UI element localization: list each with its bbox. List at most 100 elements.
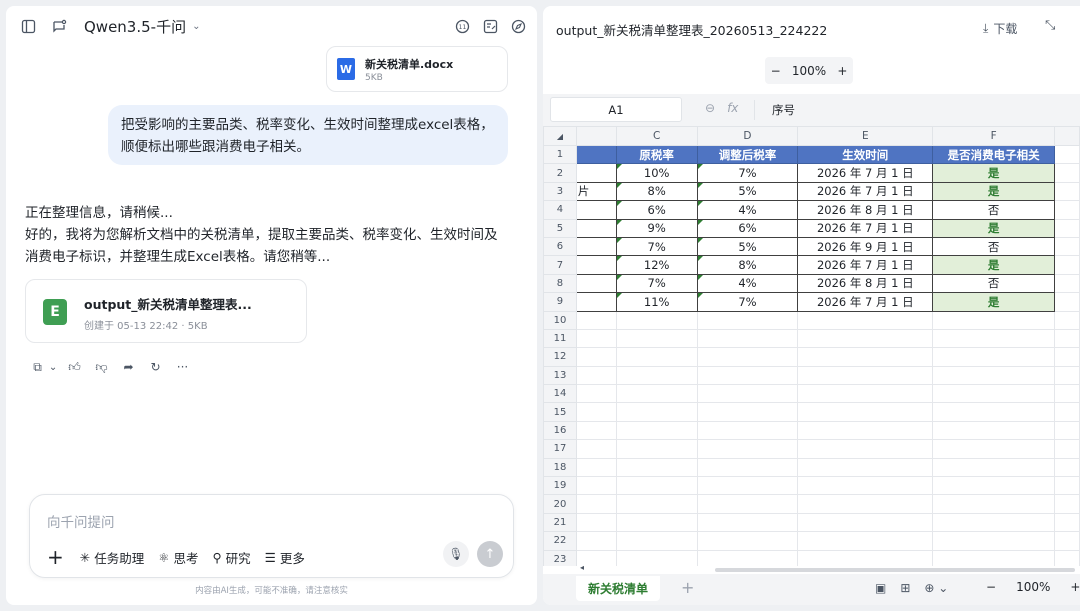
cell[interactable] <box>1054 457 1080 478</box>
cell[interactable]: 7% <box>696 163 799 183</box>
row-header[interactable]: 18 <box>543 457 577 478</box>
row-header[interactable]: 17 <box>543 439 577 459</box>
cell[interactable] <box>797 494 934 514</box>
cell[interactable] <box>1054 347 1080 367</box>
sheet-tab[interactable]: 新关税清单 <box>576 576 660 601</box>
cell[interactable]: 12% <box>615 255 698 275</box>
cell[interactable] <box>932 420 1056 441</box>
cell[interactable]: 11% <box>615 292 698 312</box>
more-button[interactable]: ☰ 更多 <box>265 548 305 567</box>
cell[interactable] <box>575 218 617 238</box>
cell[interactable]: 否 <box>932 273 1056 294</box>
cell-header[interactable] <box>575 144 617 165</box>
cell[interactable] <box>932 310 1056 330</box>
task-assistant-button[interactable]: ✳ 任务助理 <box>80 548 145 567</box>
cell[interactable]: 2026 年 7 月 1 日 <box>797 255 934 275</box>
cell[interactable] <box>932 402 1056 422</box>
cell[interactable]: 2026 年 7 月 1 日 <box>797 292 934 312</box>
cell[interactable] <box>575 494 617 514</box>
row-header[interactable]: 2 <box>543 163 577 183</box>
row-header[interactable]: 20 <box>543 494 577 514</box>
fx-icon[interactable]: fx <box>727 101 738 115</box>
page-view-icon[interactable]: ▣ <box>875 581 886 595</box>
zoom-icon[interactable]: ⊖ <box>705 101 715 115</box>
select-all-corner[interactable]: ◢ <box>543 126 577 146</box>
cell[interactable]: 否 <box>932 236 1056 257</box>
timer-icon[interactable]: 11 <box>452 16 472 36</box>
column-header[interactable] <box>575 126 617 146</box>
cell[interactable]: 2026 年 7 月 1 日 <box>797 218 934 238</box>
cell[interactable] <box>797 328 934 349</box>
cell[interactable] <box>1054 236 1080 257</box>
grid-view-icon[interactable]: ⊕ ⌄ <box>924 581 948 595</box>
sidebar-toggle-icon[interactable] <box>18 16 38 36</box>
cell[interactable]: 4% <box>696 273 799 294</box>
row-header[interactable]: 11 <box>543 328 577 349</box>
cell-header[interactable]: 是否消费电子相关 <box>932 144 1056 165</box>
cell[interactable]: 是 <box>932 218 1056 238</box>
cell[interactable] <box>797 476 934 496</box>
row-header[interactable]: 10 <box>543 310 577 330</box>
cell[interactable] <box>575 476 617 496</box>
cell[interactable] <box>575 200 617 220</box>
cell[interactable] <box>696 310 799 330</box>
cell[interactable] <box>575 365 617 386</box>
column-header[interactable]: C <box>615 126 698 146</box>
cell[interactable] <box>575 384 617 404</box>
cell[interactable] <box>797 457 934 478</box>
output-file-card[interactable]: E output_新关税清单整理表... 创建于 05-13 22:42 · 5… <box>25 279 307 343</box>
freeze-icon[interactable]: ⊞ <box>900 581 910 595</box>
cell[interactable] <box>575 292 617 312</box>
cell[interactable] <box>932 347 1056 367</box>
cell[interactable]: 5% <box>696 181 799 202</box>
cell[interactable] <box>575 439 617 459</box>
cell[interactable] <box>615 531 698 551</box>
cell[interactable] <box>1054 512 1080 533</box>
cell[interactable] <box>932 439 1056 459</box>
cell[interactable] <box>696 365 799 386</box>
regenerate-icon[interactable]: ↻ <box>146 358 165 376</box>
name-box[interactable]: A1 <box>550 97 682 122</box>
column-header[interactable] <box>1054 126 1080 146</box>
model-selector[interactable]: Qwen3.5-千问 ⌄ <box>84 16 200 37</box>
cell[interactable] <box>797 347 934 367</box>
column-header[interactable]: F <box>932 126 1056 146</box>
zoom-out-icon[interactable]: − <box>986 580 996 594</box>
cell[interactable] <box>797 384 934 404</box>
chevron-down-icon[interactable]: ⌄ <box>49 358 57 376</box>
row-header[interactable]: 4 <box>543 200 577 220</box>
cell-header[interactable]: 调整后税率 <box>696 144 799 165</box>
row-header[interactable]: 21 <box>543 512 577 533</box>
cell[interactable]: 2026 年 9 月 1 日 <box>797 236 934 257</box>
cell[interactable] <box>615 512 698 533</box>
cell[interactable]: 9% <box>615 218 698 238</box>
cell[interactable] <box>575 163 617 183</box>
cell[interactable] <box>696 494 799 514</box>
cell[interactable] <box>575 457 617 478</box>
cell[interactable] <box>797 531 934 551</box>
layout-icon[interactable] <box>480 16 500 36</box>
download-button[interactable]: ⤓ 下载 <box>983 20 1017 37</box>
scroll-left-icon[interactable]: ◂ <box>580 563 584 572</box>
cell[interactable]: 7% <box>615 273 698 294</box>
cell[interactable]: 是 <box>932 181 1056 202</box>
cell[interactable] <box>696 531 799 551</box>
cell[interactable] <box>615 347 698 367</box>
attachment-card[interactable]: W 新关税清单.docx 5KB <box>326 46 508 92</box>
row-header[interactable]: 1 <box>543 144 577 165</box>
cell[interactable]: 是 <box>932 163 1056 183</box>
row-header[interactable]: 12 <box>543 347 577 367</box>
formula-input[interactable]: 序号 <box>772 102 795 118</box>
cell[interactable] <box>932 365 1056 386</box>
cell[interactable] <box>1054 255 1080 275</box>
cell[interactable] <box>615 365 698 386</box>
scrollbar-thumb[interactable] <box>715 568 1075 572</box>
cell[interactable] <box>797 310 934 330</box>
cell[interactable]: 7% <box>696 292 799 312</box>
send-button[interactable]: ↑ <box>477 541 503 567</box>
cell[interactable] <box>575 347 617 367</box>
cell[interactable]: 5% <box>696 236 799 257</box>
cell[interactable]: 是 <box>932 255 1056 275</box>
thumbs-down-icon[interactable]: 👎︎ <box>92 358 111 376</box>
cell[interactable] <box>1054 402 1080 422</box>
